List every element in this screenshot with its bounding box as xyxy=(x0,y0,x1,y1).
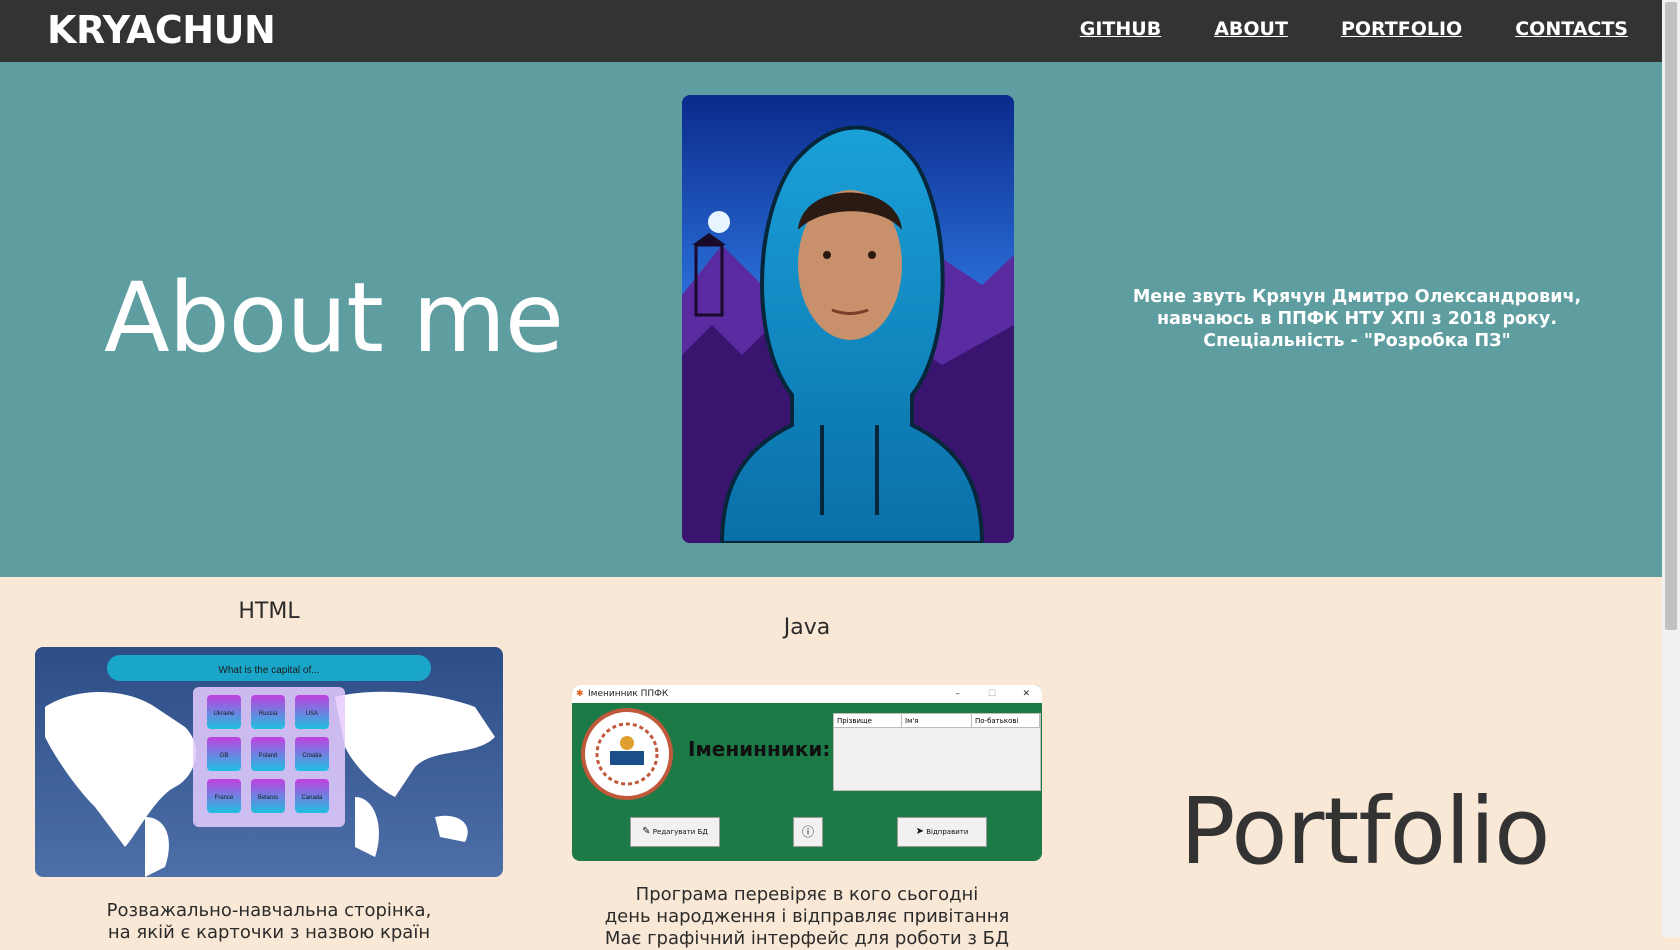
nav-about-link[interactable]: ABOUT xyxy=(1214,18,1288,40)
quiz-option-card[interactable]: Croatia xyxy=(295,737,329,771)
java-desc-line-2: день народження і відправляє привітання xyxy=(604,906,1010,927)
quiz-options: Ukraine Russia USA GB Poland Croatia France Bel… xyxy=(207,695,329,813)
quiz-option-label: USA xyxy=(306,711,318,717)
app-logo-icon: ✱ xyxy=(576,689,584,699)
edit-db-button[interactable]: ✎ Редагувати БД xyxy=(630,817,720,847)
quiz-option-card[interactable]: France xyxy=(207,779,241,813)
navbar: KRYACHUN GITHUB ABOUT PORTFOLIO CONTACTS xyxy=(0,0,1662,62)
about-description: Мене звуть Крячун Дмитро Олександрович, … xyxy=(1112,286,1602,352)
quiz-option-label: Croatia xyxy=(302,753,322,759)
scrollbar-thumb[interactable] xyxy=(1665,2,1677,630)
java-project-description: Програма перевіряє в кого сьогодні день … xyxy=(572,884,1042,950)
html-desc-line-1: Розважально-навчальна сторінка, xyxy=(106,900,432,921)
java-desc-line-3: Має графічний інтерфейс для роботи з БД xyxy=(604,928,1010,949)
birthdays-table: Прізвище Ім'я По-батькові xyxy=(833,713,1041,791)
quiz-option-card[interactable]: Canada xyxy=(295,779,329,813)
portrait-image xyxy=(682,95,1014,543)
about-line-3: Спеціальність - "Розробка ПЗ" xyxy=(1203,331,1511,351)
card-title-java: Java xyxy=(783,615,831,640)
quiz-option-label: Ukraine xyxy=(214,711,235,717)
html-project-screenshot[interactable]: What is the capital of... Ukraine Russia U… xyxy=(35,647,503,877)
about-line-2: навчаюсь в ППФК НТУ ХПІ з 2018 року. xyxy=(1156,309,1557,329)
nav-github-link[interactable]: GITHUB xyxy=(1080,18,1161,40)
nav-portfolio-link[interactable]: PORTFOLIO xyxy=(1341,18,1462,40)
quiz-option-label: Poland xyxy=(259,753,278,759)
college-emblem-icon xyxy=(581,708,673,800)
quiz-option-card[interactable]: Russia xyxy=(251,695,285,729)
minimize-icon[interactable]: – xyxy=(956,685,961,703)
about-title: About me xyxy=(104,262,564,374)
java-app-window: ✱ Іменинник ППФК – ☐ ✕ Іменинники: Прізв… xyxy=(572,685,1042,861)
send-icon: ➤ xyxy=(915,826,924,837)
quiz-option-card[interactable]: Belarus xyxy=(251,779,285,813)
page-scrollbar[interactable] xyxy=(1662,0,1680,937)
html-desc-line-2: на якій є карточки з назвою країн xyxy=(107,922,431,943)
info-icon: ⓘ xyxy=(801,825,814,839)
send-label: Відправити xyxy=(926,828,969,836)
java-desc-line-1: Програма перевіряє в кого сьогодні xyxy=(635,884,979,905)
quiz-option-label: Canada xyxy=(301,795,323,801)
quiz-option-label: GB xyxy=(220,753,229,759)
quiz-option-card[interactable]: GB xyxy=(207,737,241,771)
java-project-screenshot[interactable]: ✱ Іменинник ППФК – ☐ ✕ Іменинники: Прізв… xyxy=(572,685,1042,861)
info-button[interactable]: ⓘ xyxy=(793,817,823,847)
nav-links: GITHUB ABOUT PORTFOLIO CONTACTS xyxy=(1080,18,1628,40)
nav-contacts-link[interactable]: CONTACTS xyxy=(1515,18,1628,40)
card-title-html: HTML xyxy=(238,599,300,624)
quiz-option-label: Russia xyxy=(259,711,278,717)
quiz-option-label: France xyxy=(215,795,234,801)
column-surname: Прізвище xyxy=(834,714,902,728)
java-app-titlebar: ✱ Іменинник ППФК – ☐ ✕ xyxy=(572,685,1042,703)
pencil-icon: ✎ xyxy=(642,826,651,837)
brand-logo[interactable]: KRYACHUN xyxy=(47,8,276,52)
about-line-1: Мене звуть Крячун Дмитро Олександрович, xyxy=(1132,287,1582,307)
about-section: About me Мене звуть Крячун Дмитро Олекса… xyxy=(0,62,1662,577)
portfolio-title: Portfolio xyxy=(1180,778,1550,885)
send-button[interactable]: ➤ Відправити xyxy=(897,817,987,847)
maximize-icon[interactable]: ☐ xyxy=(988,685,996,703)
quiz-option-label: Belarus xyxy=(258,795,278,801)
edit-db-label: Редагувати БД xyxy=(652,828,708,836)
quiz-option-card[interactable]: USA xyxy=(295,695,329,729)
close-icon[interactable]: ✕ xyxy=(1022,685,1030,703)
java-app-heading: Іменинники: xyxy=(688,737,831,761)
html-project-description: Розважально-навчальна сторінка, на якій … xyxy=(35,900,503,944)
column-patronymic: По-батькові xyxy=(972,714,1040,728)
quiz-option-card[interactable]: Ukraine xyxy=(207,695,241,729)
quiz-option-card[interactable]: Poland xyxy=(251,737,285,771)
java-app-title: Іменинник ППФК xyxy=(588,689,669,699)
column-name: Ім'я xyxy=(902,714,972,728)
quiz-question-text: What is the capital of... xyxy=(218,665,319,676)
